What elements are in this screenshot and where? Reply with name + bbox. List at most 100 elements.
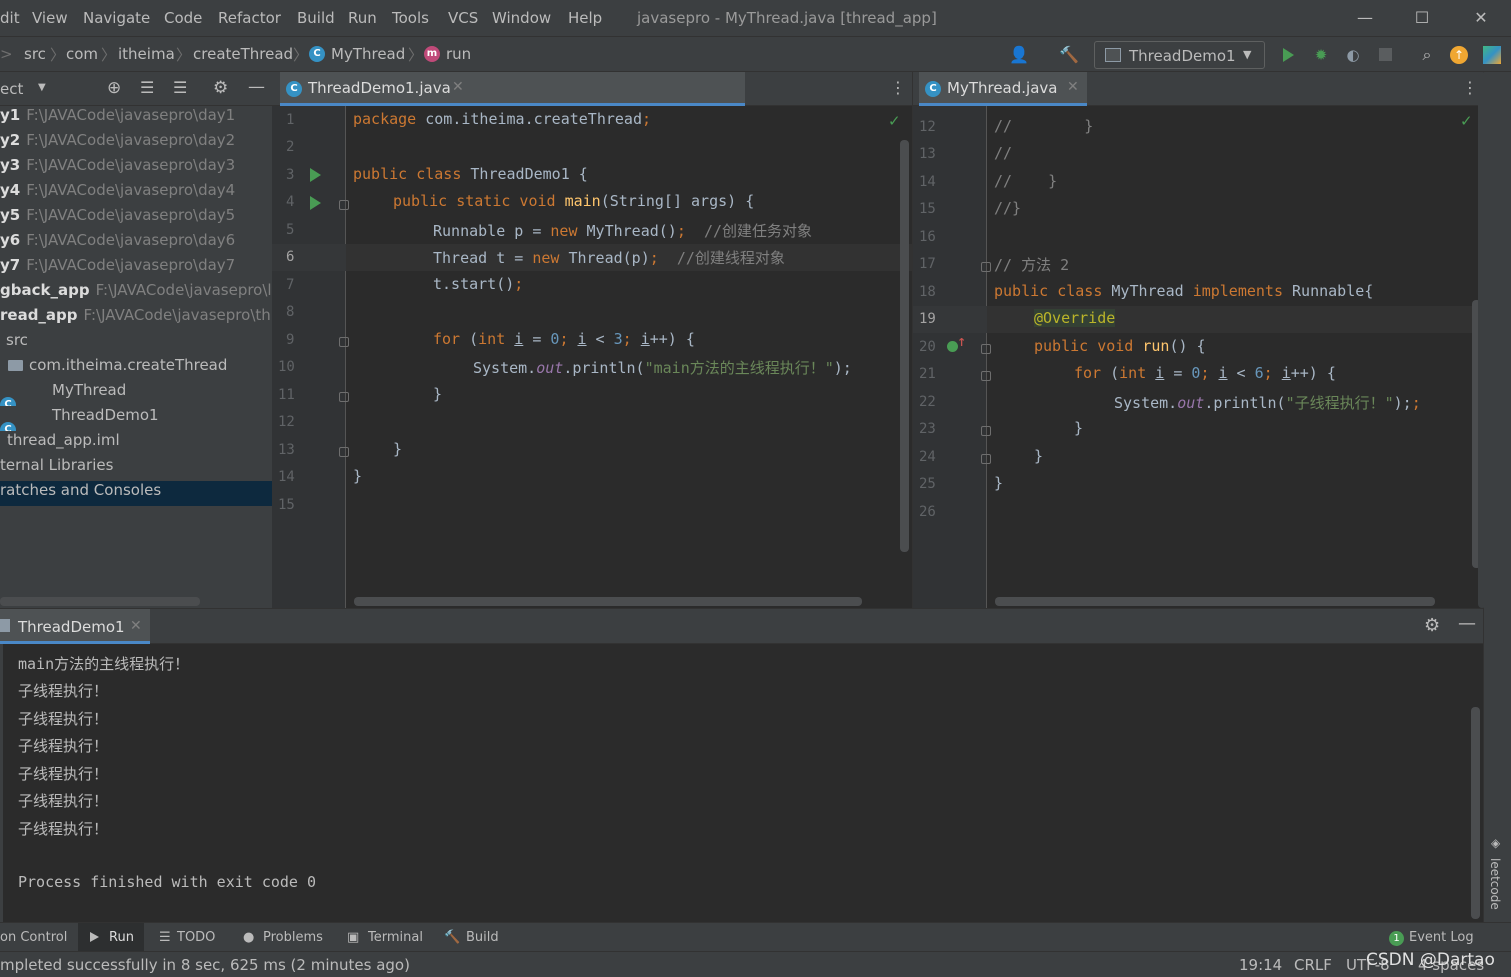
- left-editor-horizontal-scrollbar[interactable]: [354, 597, 862, 606]
- locate-icon[interactable]: ⊕: [107, 78, 121, 98]
- tree-item-scratches[interactable]: ratches and Consoles: [0, 481, 272, 506]
- fold-marker[interactable]: [339, 447, 349, 457]
- menu-navigate[interactable]: Navigate: [83, 9, 150, 27]
- tab-mythread[interactable]: C MyThread.java ✕: [919, 72, 1087, 106]
- code-line[interactable]: //: [994, 144, 1012, 162]
- coverage-icon[interactable]: ◐: [1342, 44, 1364, 66]
- close-window-button[interactable]: ✕: [1469, 6, 1493, 30]
- menu-help[interactable]: Help: [568, 9, 602, 27]
- code-line[interactable]: // }: [994, 172, 1057, 190]
- code-line[interactable]: public static void main(String[] args) {: [393, 192, 754, 210]
- code-line[interactable]: for (int i = 0; i < 3; i++) {: [433, 330, 695, 348]
- tree-item-module[interactable]: y7 F:\JAVACode\javasepro\day7: [0, 256, 272, 281]
- jetbrains-icon[interactable]: [1483, 46, 1501, 64]
- project-horizontal-scrollbar[interactable]: [0, 597, 200, 606]
- tree-item-threaddemo1[interactable]: C ThreadDemo1: [0, 406, 272, 431]
- tree-item-mythread[interactable]: C MyThread: [0, 381, 272, 406]
- run-main-icon[interactable]: [310, 196, 321, 210]
- tool-version-control[interactable]: on Control: [0, 930, 67, 945]
- tree-item-module[interactable]: y3 F:\JAVACode\javasepro\day3: [0, 156, 272, 181]
- fold-marker[interactable]: [981, 344, 991, 354]
- tree-item-package[interactable]: com.itheima.createThread: [0, 356, 272, 381]
- console-vertical-scrollbar[interactable]: [1471, 707, 1480, 919]
- fold-marker[interactable]: [339, 392, 349, 402]
- status-message[interactable]: mpleted successfully in 8 sec, 625 ms (2…: [0, 956, 410, 974]
- code-line[interactable]: package com.itheima.createThread;: [353, 110, 651, 128]
- expand-all-icon[interactable]: ☰: [140, 78, 154, 97]
- menu-window[interactable]: Window: [492, 9, 551, 27]
- update-icon[interactable]: ↑: [1450, 46, 1468, 64]
- tree-item-module[interactable]: y4 F:\JAVACode\javasepro\day4: [0, 181, 272, 206]
- breadcrumb-createthread[interactable]: createThread: [193, 45, 293, 63]
- run-class-icon[interactable]: [310, 168, 321, 182]
- fold-marker[interactable]: [981, 371, 991, 381]
- code-line[interactable]: }: [1074, 419, 1083, 437]
- tool-run-button[interactable]: Run: [78, 923, 144, 952]
- debug-icon[interactable]: ✹: [1310, 44, 1332, 66]
- tree-item-module[interactable]: y5 F:\JAVACode\javasepro\day5: [0, 206, 272, 231]
- gear-icon[interactable]: ⚙: [213, 78, 228, 98]
- hide-panel-icon[interactable]: —: [248, 77, 265, 97]
- minimize-button[interactable]: —: [1353, 6, 1377, 30]
- caret-position[interactable]: 19:14: [1239, 956, 1282, 974]
- tree-item-module[interactable]: y6 F:\JAVACode\javasepro\day6: [0, 231, 272, 256]
- more-options-icon[interactable]: ⋮: [1462, 78, 1478, 97]
- menu-tools[interactable]: Tools: [392, 9, 429, 27]
- run-icon[interactable]: [1283, 48, 1294, 62]
- code-line[interactable]: }: [433, 385, 442, 403]
- code-line[interactable]: System.out.println("子线程执行！");;: [1114, 392, 1421, 413]
- menu-edit[interactable]: dit: [0, 9, 20, 27]
- search-icon[interactable]: ⌕: [1416, 44, 1438, 66]
- tree-item-module[interactable]: gback_app F:\JAVACode\javasepro\lc: [0, 281, 272, 306]
- tool-problems[interactable]: Problems: [263, 930, 323, 945]
- breadcrumb-mythread[interactable]: MyThread: [331, 45, 405, 63]
- tree-item-src[interactable]: src: [0, 331, 272, 356]
- tab-threaddemo1[interactable]: C ThreadDemo1.java ✕: [280, 72, 745, 106]
- code-line[interactable]: System.out.println("main方法的主线程执行！");: [473, 357, 852, 378]
- code-line[interactable]: }: [393, 440, 402, 458]
- code-line[interactable]: public class ThreadDemo1 {: [353, 165, 588, 183]
- menu-run[interactable]: Run: [348, 9, 377, 27]
- tree-item-iml[interactable]: thread_app.iml: [0, 431, 272, 456]
- build-hammer-icon[interactable]: 🔨: [1058, 44, 1080, 66]
- code-line[interactable]: //}: [994, 199, 1021, 217]
- code-line[interactable]: t.start();: [433, 275, 523, 293]
- tool-event-log[interactable]: Event Log: [1409, 930, 1474, 945]
- code-line[interactable]: Runnable p = new MyThread(); //创建任务对象: [433, 220, 812, 241]
- close-icon[interactable]: ✕: [452, 79, 464, 95]
- tree-item-module[interactable]: read_app F:\JAVACode\javasepro\thr: [0, 306, 272, 331]
- fold-marker[interactable]: [339, 337, 349, 347]
- tree-item-module[interactable]: y2 F:\JAVACode\javasepro\day2: [0, 131, 272, 156]
- maximize-button[interactable]: ☐: [1410, 6, 1434, 30]
- stop-icon[interactable]: [1379, 48, 1392, 61]
- breadcrumb-itheima[interactable]: itheima: [118, 45, 175, 63]
- right-editor-horizontal-scrollbar[interactable]: [995, 597, 1435, 606]
- code-line[interactable]: for (int i = 0; i < 6; i++) {: [1074, 364, 1336, 382]
- run-configuration-select[interactable]: ThreadDemo1 ▼: [1094, 41, 1265, 69]
- tool-build[interactable]: Build: [466, 930, 499, 945]
- breadcrumb-com[interactable]: com: [66, 45, 98, 63]
- tool-todo[interactable]: TODO: [177, 930, 215, 945]
- tree-item-external-libraries[interactable]: ternal Libraries: [0, 456, 272, 481]
- menu-refactor[interactable]: Refactor: [218, 9, 281, 27]
- code-line[interactable]: @Override: [1034, 309, 1116, 327]
- fold-marker[interactable]: [981, 262, 991, 272]
- fold-marker[interactable]: [981, 454, 991, 464]
- menu-vcs[interactable]: VCS: [448, 9, 478, 27]
- tree-item-module[interactable]: y1 F:\JAVACode\javasepro\day1: [0, 106, 272, 131]
- fold-marker[interactable]: [339, 200, 349, 210]
- collapse-all-icon[interactable]: ☰: [173, 78, 187, 97]
- menu-build[interactable]: Build: [297, 9, 335, 27]
- code-line[interactable]: }: [1034, 447, 1043, 465]
- code-line[interactable]: // }: [994, 117, 1093, 135]
- breadcrumb-src[interactable]: src: [24, 45, 46, 63]
- project-view-label[interactable]: ect: [0, 80, 23, 98]
- left-editor-vertical-scrollbar[interactable]: [900, 140, 909, 552]
- menu-view[interactable]: View: [32, 9, 68, 27]
- menu-code[interactable]: Code: [164, 9, 202, 27]
- close-icon[interactable]: ✕: [130, 618, 142, 634]
- run-tab-threaddemo1[interactable]: ThreadDemo1 ✕: [0, 609, 150, 644]
- leetcode-tool-button[interactable]: ◈ leetcode: [1488, 836, 1508, 916]
- more-options-icon[interactable]: ⋮: [890, 78, 906, 97]
- breadcrumb-run[interactable]: run: [446, 45, 471, 63]
